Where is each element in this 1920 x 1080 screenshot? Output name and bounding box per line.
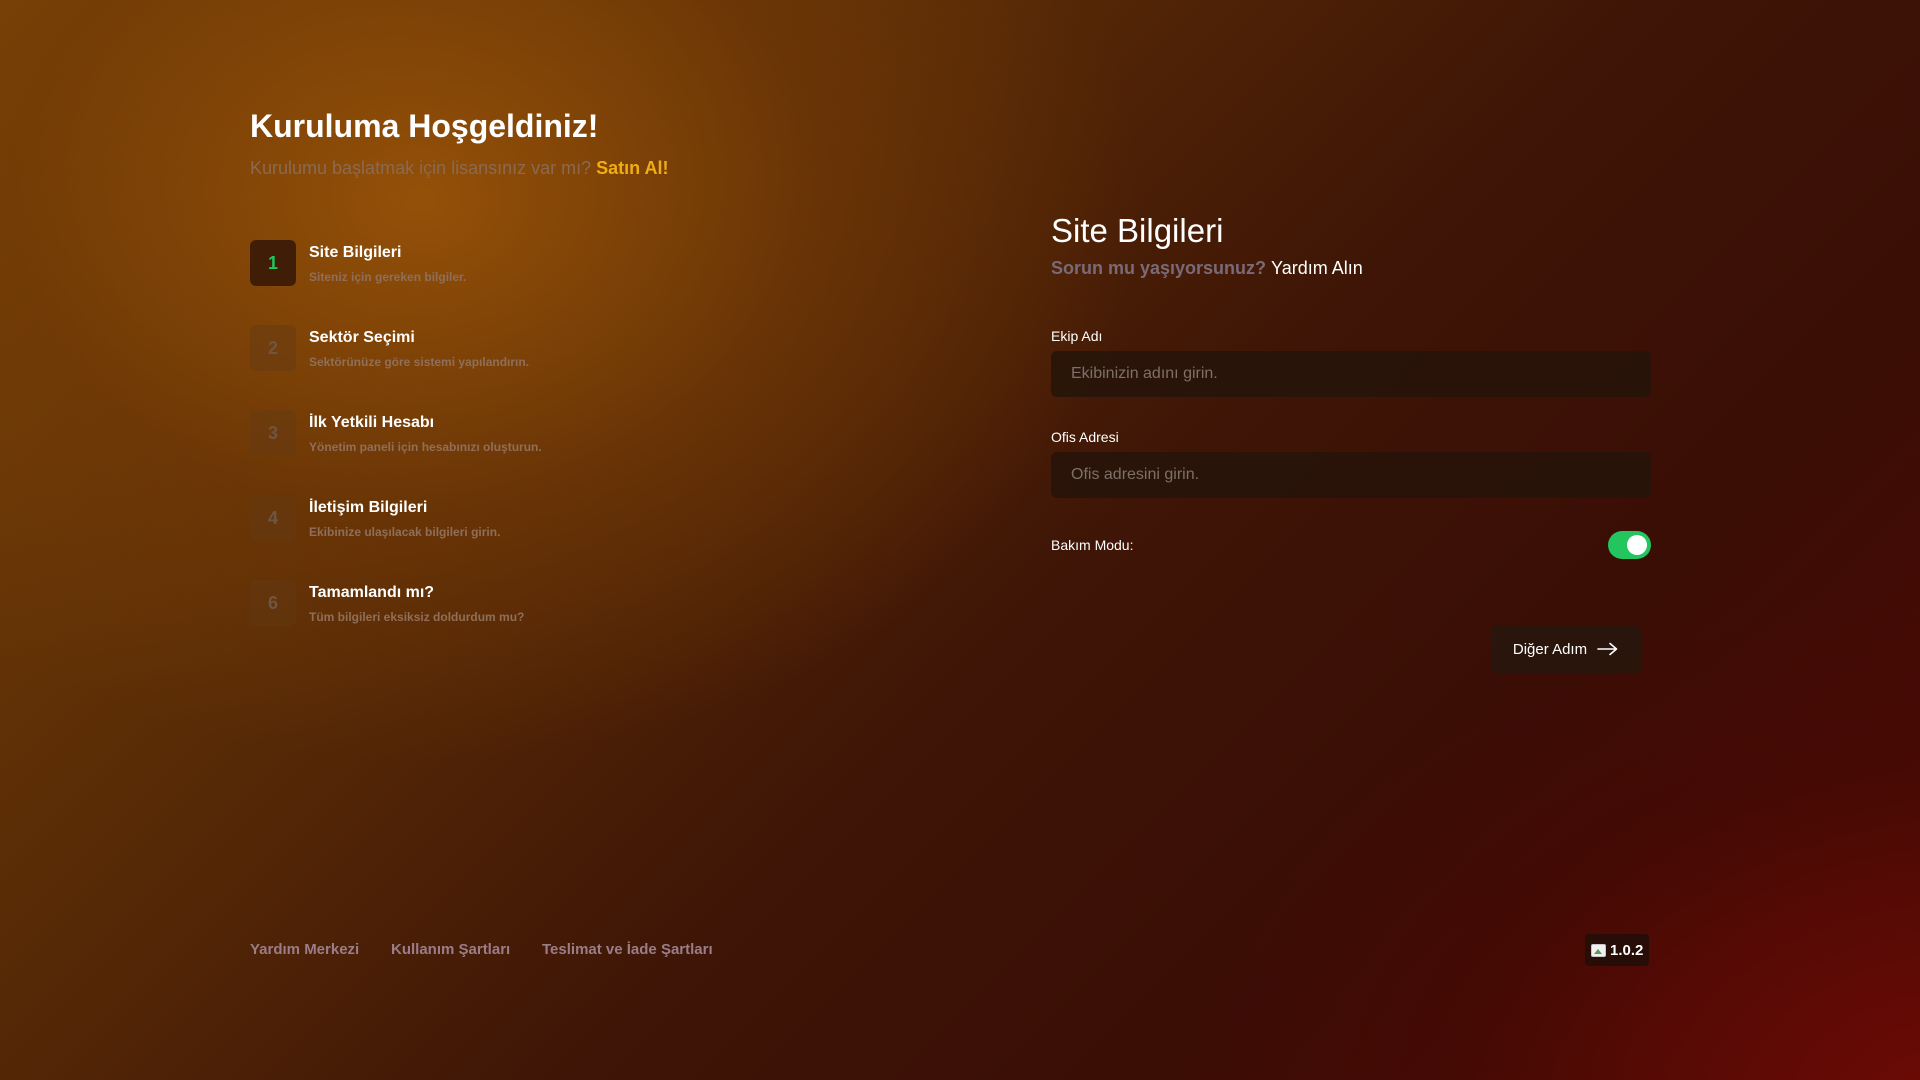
buy-link[interactable]: Satın Al!	[596, 158, 668, 178]
team-name-input[interactable]	[1051, 351, 1651, 397]
step-first-admin[interactable]: 3 İlk Yetkili Hesabı Yönetim paneli için…	[250, 410, 770, 456]
arrow-right-icon	[1597, 642, 1619, 656]
step-sector[interactable]: 2 Sektör Seçimi Sektörünüze göre sistemi…	[250, 325, 770, 371]
license-prompt: Kurulumu başlatmak için lisansınız var m…	[250, 158, 668, 179]
step-number: 4	[250, 495, 296, 541]
step-number: 1	[250, 240, 296, 286]
step-title: Site Bilgileri	[309, 244, 402, 261]
office-address-input[interactable]	[1051, 452, 1651, 498]
step-site-info[interactable]: 1 Site Bilgileri Siteniz için gereken bi…	[250, 240, 770, 286]
step-description: Sektörünüze göre sistemi yapılandırın.	[309, 355, 530, 369]
step-title: İletişim Bilgileri	[309, 499, 428, 516]
step-title: İlk Yetkili Hesabı	[309, 414, 435, 431]
help-question: Sorun mu yaşıyorsunuz?	[1051, 258, 1267, 278]
version-badge: 1.0.2	[1585, 934, 1650, 966]
footer-link-terms-of-use[interactable]: Kullanım Şartları	[391, 941, 510, 958]
help-link[interactable]: Yardım Alın	[1271, 258, 1363, 278]
version-number: 1.0.2	[1610, 941, 1644, 959]
step-title: Sektör Seçimi	[309, 329, 415, 346]
step-contact-info[interactable]: 4 İletişim Bilgileri Ekibinize ulaşılaca…	[250, 495, 770, 541]
panel-title: Site Bilgileri	[1051, 212, 1224, 249]
step-description: Yönetim paneli için hesabınızı oluşturun…	[309, 440, 542, 454]
step-number: 2	[250, 325, 296, 371]
team-name-label: Ekip Adı	[1051, 328, 1103, 344]
help-prompt: Sorun mu yaşıyorsunuz? Yardım Alın	[1051, 258, 1363, 279]
license-question: Kurulumu başlatmak için lisansınız var m…	[250, 158, 592, 178]
step-title: Tamamlandı mı?	[309, 584, 435, 601]
step-number: 6	[250, 580, 296, 626]
next-step-label: Diğer Adım	[1512, 640, 1588, 658]
page-title: Kuruluma Hoşgeldiniz!	[250, 108, 599, 144]
step-complete[interactable]: 6 Tamamlandı mı? Tüm bilgileri eksiksiz …	[250, 580, 770, 626]
office-address-label: Ofis Adresi	[1051, 429, 1119, 445]
step-description: Ekibinize ulaşılacak bilgileri girin.	[309, 525, 501, 539]
broken-image-icon	[1591, 943, 1606, 957]
footer-link-help-center[interactable]: Yardım Merkezi	[250, 941, 359, 958]
footer-link-delivery-returns[interactable]: Teslimat ve İade Şartları	[542, 941, 713, 958]
maintenance-mode-label: Bakım Modu:	[1051, 537, 1134, 553]
step-description: Tüm bilgileri eksiksiz doldurdum mu?	[309, 610, 525, 624]
step-description: Siteniz için gereken bilgiler.	[309, 270, 467, 284]
toggle-knob	[1627, 535, 1647, 555]
next-step-button[interactable]: Diğer Adım	[1491, 625, 1641, 673]
step-number: 3	[250, 410, 296, 456]
maintenance-mode-toggle[interactable]	[1608, 531, 1651, 559]
